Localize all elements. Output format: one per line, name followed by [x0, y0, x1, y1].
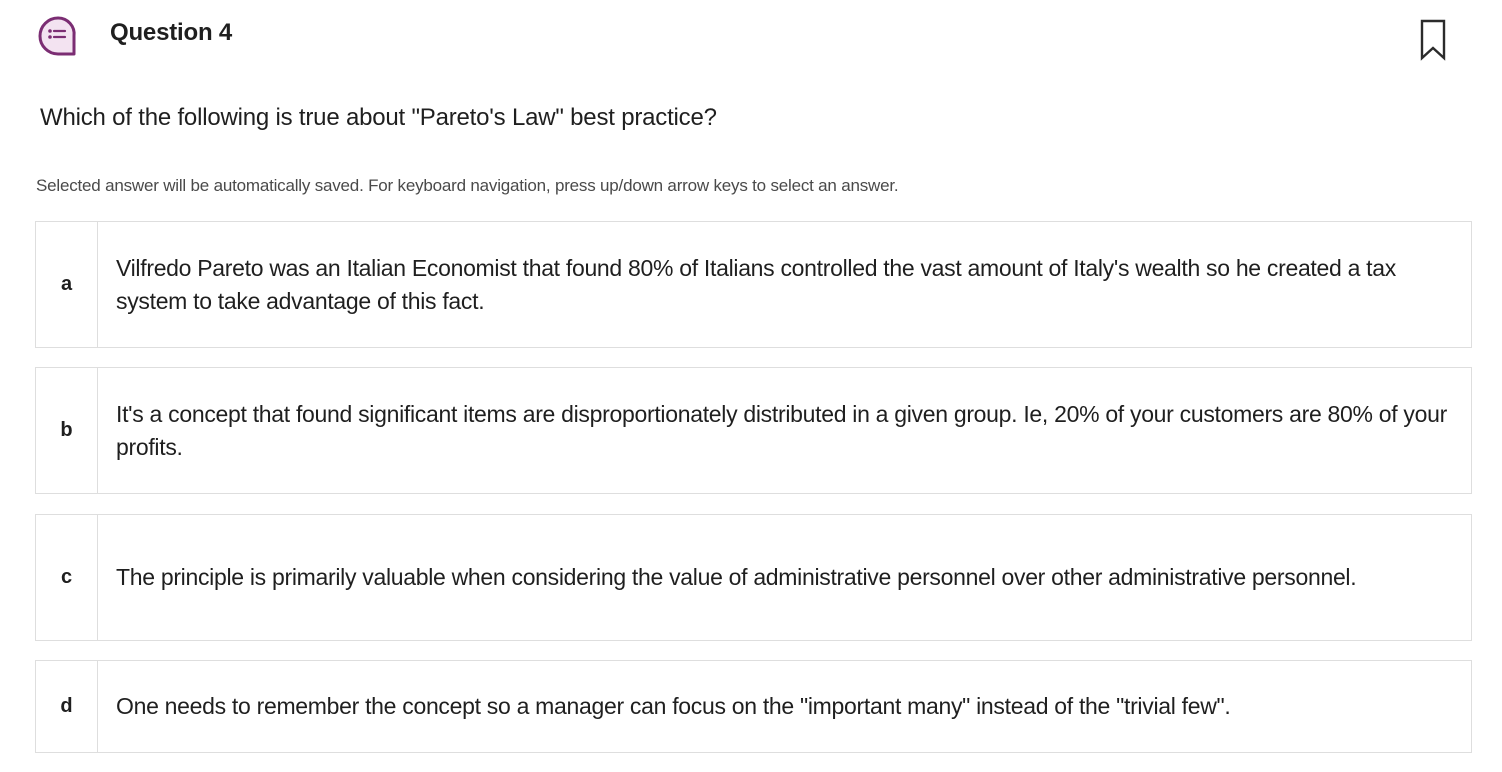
option-letter: c: [36, 515, 98, 640]
answer-instructions: Selected answer will be automatically sa…: [36, 176, 899, 195]
chat-list-icon: [36, 14, 80, 58]
option-text: One needs to remember the concept so a m…: [116, 693, 1231, 719]
bookmark-icon[interactable]: [1418, 18, 1448, 62]
question-title: Question 4: [110, 19, 233, 46]
option-text: It's a concept that found significant it…: [116, 400, 1447, 460]
option-letter: a: [36, 222, 98, 347]
option-letter: d: [36, 661, 98, 752]
answer-option-d[interactable]: d One needs to remember the concept so a…: [35, 660, 1472, 753]
answer-option-b[interactable]: b It's a concept that found significant …: [35, 367, 1472, 494]
answer-option-c[interactable]: c The principle is primarily valuable wh…: [35, 514, 1472, 641]
answer-option-a[interactable]: a Vilfredo Pareto was an Italian Economi…: [35, 221, 1472, 348]
question-header: Question 4: [0, 0, 1502, 80]
option-letter: b: [36, 368, 98, 493]
question-prompt: Which of the following is true about "Pa…: [40, 104, 717, 131]
option-text: Vilfredo Pareto was an Italian Economist…: [116, 254, 1396, 314]
option-text: The principle is primarily valuable when…: [116, 564, 1357, 590]
